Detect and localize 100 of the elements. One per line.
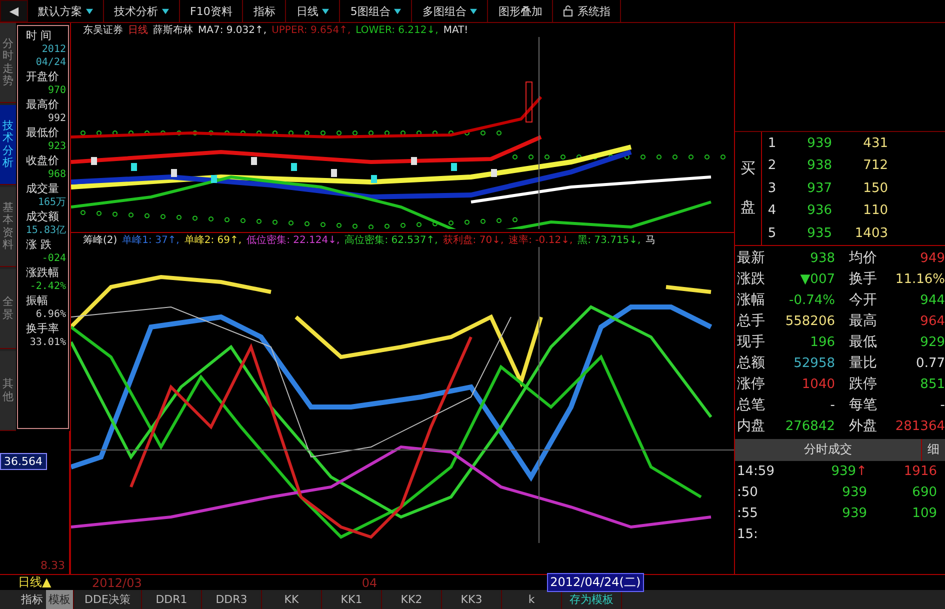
info-value: 6.96% xyxy=(34,308,66,321)
bid-volume: 431 xyxy=(862,136,888,151)
indicator-tab[interactable]: 模板 xyxy=(46,590,74,609)
level-number: 3 xyxy=(766,180,778,196)
info-value: 15.83亿 xyxy=(24,224,66,237)
quote-label: 涨跌 xyxy=(736,270,765,288)
info-value: 33.01% xyxy=(28,336,66,349)
info-value: 2012 xyxy=(40,43,66,56)
quote-value: - xyxy=(940,396,945,414)
order-side-label: 买盘 xyxy=(735,132,762,244)
quote-label: 跌停 xyxy=(848,374,877,394)
trade-price: 939 xyxy=(841,506,867,520)
side-tab[interactable]: 其他 xyxy=(0,351,16,431)
quote-value: ▼007 xyxy=(800,270,835,288)
info-label: 成交额 xyxy=(25,209,60,224)
bid-price: 939 xyxy=(806,136,832,151)
info-label: 时 间 xyxy=(25,28,52,43)
quote-label: 涨停 xyxy=(736,374,765,394)
bid-volume: 150 xyxy=(862,180,888,196)
back-button[interactable]: ◀ xyxy=(0,0,28,22)
quote-label: 换手 xyxy=(848,270,877,288)
quote-label: 总笔 xyxy=(736,396,765,414)
legend-item: 低位密集: 22.124↓, xyxy=(246,234,340,247)
info-value: -024 xyxy=(40,252,66,265)
bid-price: 937 xyxy=(806,180,832,196)
trade-volume: 109 xyxy=(911,506,937,520)
quote-value: 944 xyxy=(920,292,945,310)
quote-value: 929 xyxy=(920,334,945,352)
info-label: 收盘价 xyxy=(25,153,60,168)
legend-item: MAT! xyxy=(443,24,468,36)
quote-value: - xyxy=(830,396,835,414)
trade-time: :50 xyxy=(737,484,759,500)
quote-value: 0.77 xyxy=(916,354,945,372)
date-label: 04 xyxy=(362,576,378,590)
trade-volume: 1916 xyxy=(902,464,937,478)
info-label: 涨跌幅 xyxy=(25,265,60,280)
legend-item: 高位密集: 62.537↑, xyxy=(344,234,438,247)
cursor-date-label: 2012/04/24(二) xyxy=(547,573,644,592)
quote-label: 每笔 xyxy=(848,396,877,414)
quote-value: 851 xyxy=(920,376,945,394)
side-tab[interactable]: 分时走势 xyxy=(0,23,16,103)
quote-label: 量比 xyxy=(848,354,877,372)
legend-item: 马 xyxy=(646,234,656,247)
info-label: 成交量 xyxy=(25,181,60,196)
legend-item: LOWER: 6.212↓, xyxy=(356,24,438,36)
axis-price-label: 8.33 xyxy=(40,559,66,572)
info-label: 最高价 xyxy=(25,97,60,112)
legend-item: 速率: -0.12↓, xyxy=(508,234,573,247)
quote-value: 949 xyxy=(920,250,945,268)
quote-label: 总手 xyxy=(736,312,765,330)
level-number: 1 xyxy=(766,136,778,151)
bid-price: 935 xyxy=(806,226,832,241)
quote-value: 938 xyxy=(810,250,835,268)
side-tab[interactable]: 技术分析 xyxy=(0,105,16,185)
quote-value: 964 xyxy=(920,312,945,330)
trade-volume: 690 xyxy=(911,484,937,500)
side-tab[interactable]: 全景 xyxy=(0,269,16,349)
info-label: 涨 跌 xyxy=(25,237,52,252)
legend-item: UPPER: 9.654↑, xyxy=(272,24,351,36)
quote-label: 涨幅 xyxy=(736,290,765,310)
date-label: 2012/03 xyxy=(92,576,142,590)
info-label: 最低价 xyxy=(25,125,60,140)
quote-label: 最新 xyxy=(736,248,765,268)
quote-label: 外盘 xyxy=(848,416,877,436)
level-number: 5 xyxy=(766,226,778,241)
quote-label: 最高 xyxy=(848,312,877,330)
level-number: 2 xyxy=(766,158,778,174)
info-value: -2.42% xyxy=(28,280,66,293)
info-label: 开盘价 xyxy=(25,69,60,84)
detail-button[interactable]: 细 xyxy=(921,438,945,460)
info-value: 992 xyxy=(46,112,66,125)
level-number: 4 xyxy=(766,203,778,218)
info-value: 923 xyxy=(46,140,66,153)
side-tab[interactable]: 基本资料 xyxy=(0,187,16,267)
quote-value: 276842 xyxy=(785,418,835,436)
quote-value: -0.74% xyxy=(789,292,835,310)
legend-item: 东吴证券 xyxy=(83,24,123,37)
bid-volume: 110 xyxy=(862,203,888,218)
info-label: 振幅 xyxy=(25,293,49,308)
quote-label: 总额 xyxy=(736,354,765,372)
quote-value: 196 xyxy=(810,334,835,352)
legend-item: 筹峰(2) xyxy=(83,234,118,247)
period-label: 日线▲ xyxy=(17,574,52,591)
bid-volume: 1403 xyxy=(854,226,888,241)
legend-item: 获利盘: 70↓, xyxy=(442,234,504,247)
info-value: 968 xyxy=(46,168,66,181)
legend-item: 薛斯布林 xyxy=(153,24,193,37)
quote-value: 281364 xyxy=(895,418,945,436)
tabs-label: 指标 xyxy=(20,592,44,608)
bid-price: 936 xyxy=(806,203,832,218)
quote-label: 现手 xyxy=(736,332,765,352)
bid-price: 938 xyxy=(806,158,832,174)
legend-item: MA7: 9.032↑, xyxy=(198,24,267,36)
bid-volume: 712 xyxy=(862,158,888,174)
quote-label: 最低 xyxy=(848,332,877,352)
quote-value: 52958 xyxy=(794,354,835,372)
legend-item: 单峰2: 69↑, xyxy=(184,234,242,247)
info-value: 165万 xyxy=(36,196,66,209)
info-value: 970 xyxy=(46,84,66,97)
indicator-line xyxy=(666,285,712,294)
